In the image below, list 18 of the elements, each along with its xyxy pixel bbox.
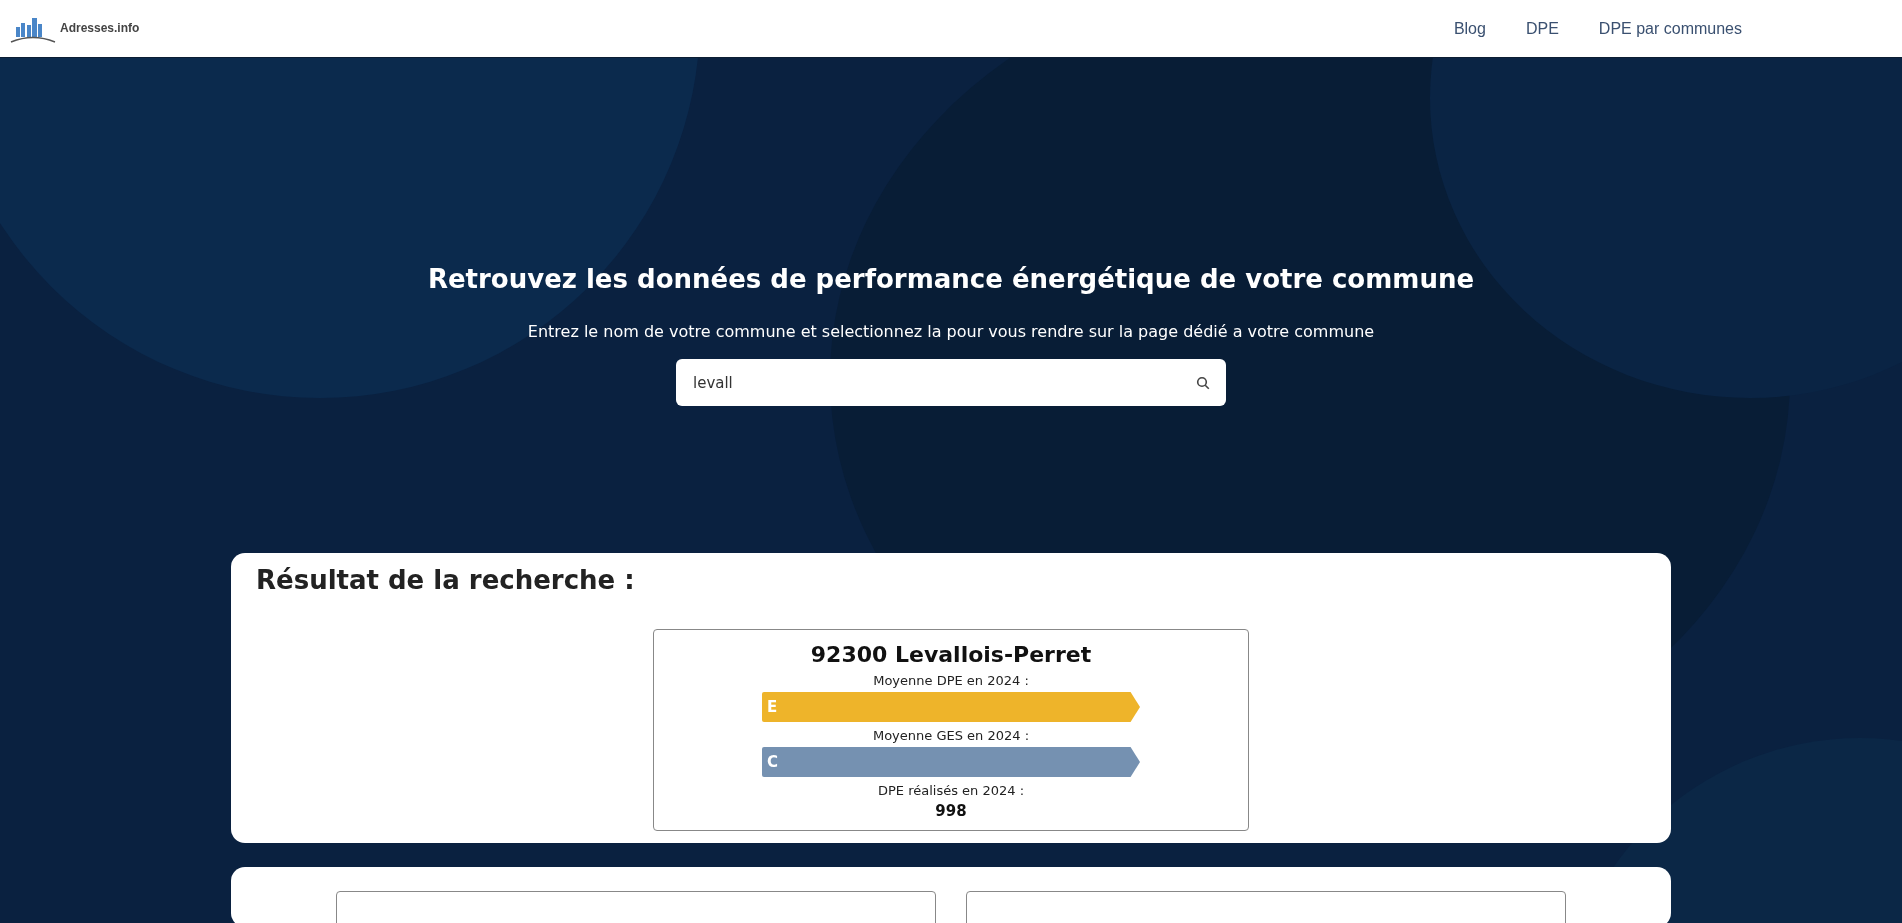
nav-link[interactable]: Blog [1453,19,1486,38]
results-title: Résultat de la recherche : [256,565,635,595]
rating-label: Moyenne GES en 2024 : [872,728,1030,743]
logo-link[interactable]: Adresses.info [10,14,140,43]
count-value: 998 [935,802,967,820]
grade-letter: E [767,698,778,716]
grade-letter: C [767,753,778,771]
nav-link[interactable]: DPE [1525,19,1559,38]
commune-name: 92300 Levallois-Perret [810,642,1092,667]
search-icon[interactable] [1196,376,1210,390]
hero-title: Retrouvez les données de performance énergétique de votre commune [427,264,1475,294]
search-field[interactable]: levall [676,359,1226,406]
commune-card[interactable]: 92300 Levallois-Perret Moyenne DPE en 2024 : E Moyenne GES en 2024 : C DPE réalisés en 2024 : 998 [653,629,1249,831]
count-label: DPE réalisés en 2024 : [877,783,1025,798]
nav-link[interactable]: DPE par communes [1598,19,1742,38]
hero-subtitle: Entrez le nom de votre commune et selectionnez la pour vous rendre sur la page dédié a votre commune [527,322,1375,341]
rating-label: Moyenne DPE en 2024 : [873,673,1029,688]
logo-text: Adresses.info [60,20,140,35]
